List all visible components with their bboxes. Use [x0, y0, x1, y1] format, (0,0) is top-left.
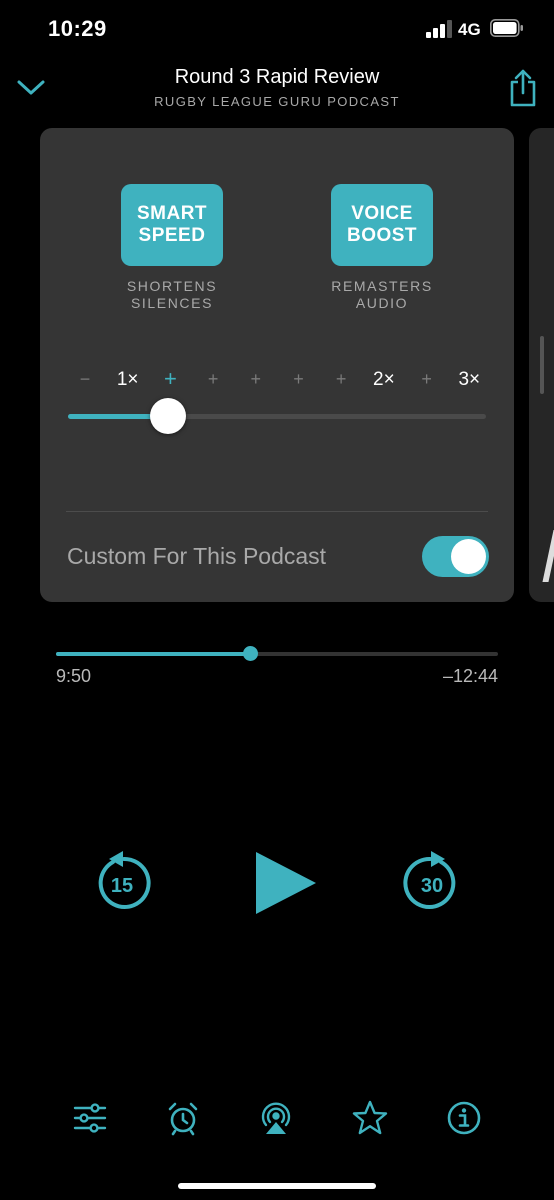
airplay-icon[interactable] — [258, 1100, 294, 1136]
skip-forward-label: 30 — [421, 875, 443, 897]
custom-for-podcast-label: Custom For This Podcast — [67, 543, 327, 569]
podcast-name[interactable]: RUGBY LEAGUE GURU PODCAST — [0, 94, 554, 109]
speed-tick[interactable]: + — [164, 366, 177, 392]
star-icon[interactable] — [352, 1100, 388, 1136]
speed-tick: 3× — [458, 369, 481, 390]
playback-progress-fill — [56, 652, 251, 656]
battery-icon — [490, 19, 523, 37]
speed-tick[interactable]: + — [208, 369, 219, 390]
voice-boost-caption: REMASTERS AUDIO — [331, 278, 433, 311]
effects-icon[interactable] — [72, 1100, 108, 1136]
speed-tick[interactable]: + — [251, 369, 262, 390]
network-type: 4G — [458, 20, 481, 39]
scroll-indicator — [540, 336, 544, 394]
custom-for-podcast-toggle[interactable] — [422, 536, 489, 577]
skip-back-label: 15 — [111, 875, 133, 897]
speed-tick: 2× — [373, 369, 395, 390]
share-icon[interactable] — [506, 68, 540, 108]
episode-title: Round 3 Rapid Review — [174, 66, 380, 88]
skip-forward-30-icon[interactable]: 30 — [401, 850, 463, 912]
elapsed-time: 9:50 — [56, 666, 92, 686]
play-icon[interactable] — [254, 852, 318, 914]
speed-tick[interactable]: + — [336, 369, 347, 390]
sleep-timer-icon[interactable] — [165, 1100, 201, 1136]
cellular-signal-icon — [426, 20, 452, 38]
speed-tick[interactable]: + — [293, 369, 304, 390]
speed-tick[interactable]: − — [80, 369, 91, 390]
effects-card — [40, 128, 514, 602]
smart-speed-caption: SHORTENS SILENCES — [126, 278, 218, 311]
status-time: 10:29 — [48, 16, 107, 41]
smart-speed-button[interactable]: SMART SPEED — [121, 184, 223, 266]
speed-tick: 1× — [116, 369, 139, 390]
speed-tick[interactable]: + — [421, 369, 432, 390]
playback-progress-thumb[interactable] — [242, 646, 258, 661]
info-icon[interactable] — [446, 1100, 482, 1136]
card-divider — [66, 511, 488, 512]
remaining-time: –12:44 — [442, 666, 498, 686]
voice-boost-button[interactable]: VOICE BOOST — [331, 184, 433, 266]
skip-back-15-icon[interactable]: 15 — [91, 850, 153, 912]
home-indicator[interactable] — [178, 1183, 376, 1189]
